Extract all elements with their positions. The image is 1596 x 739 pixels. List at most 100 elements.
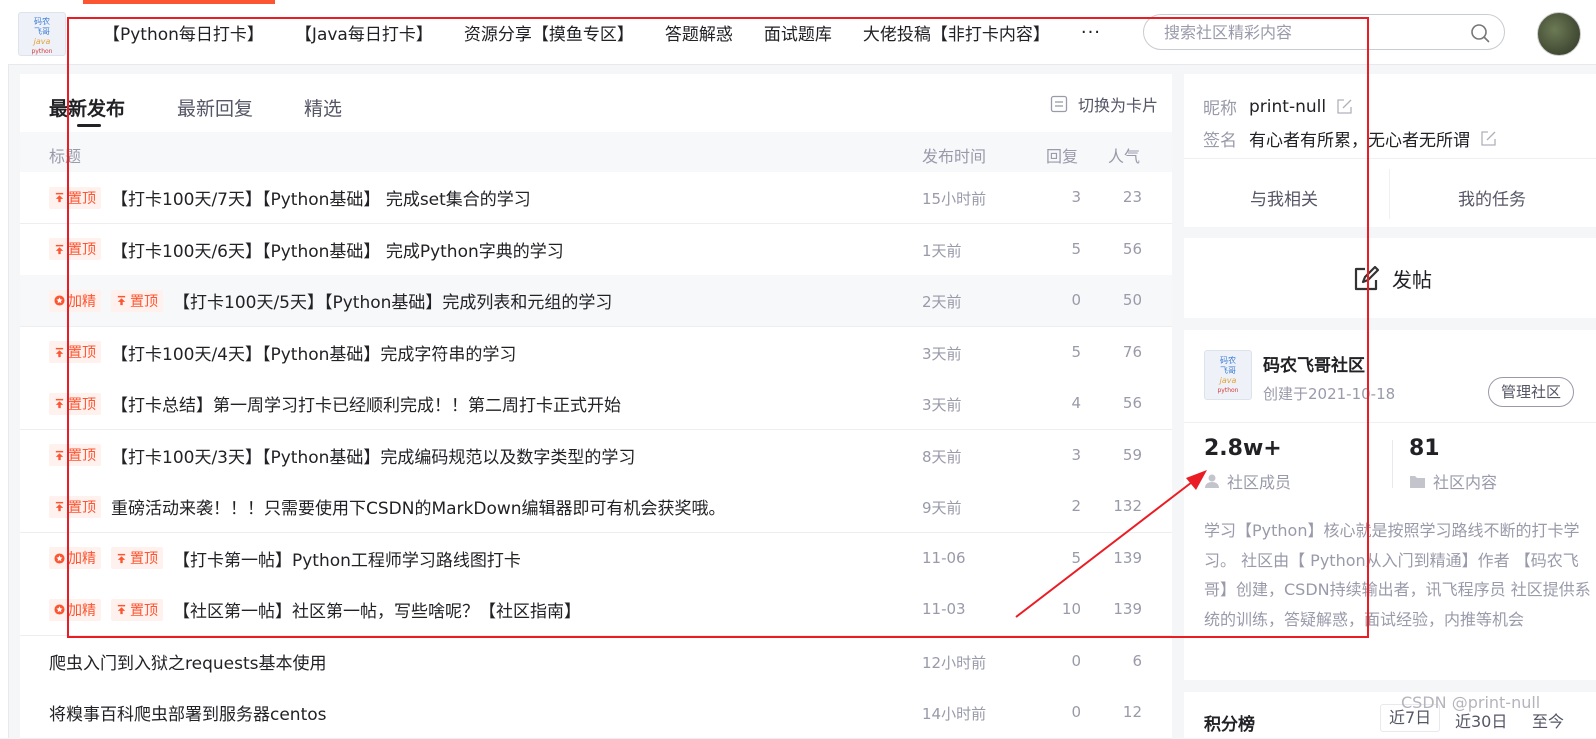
user-icon bbox=[1205, 474, 1219, 488]
nickname-value: print-null bbox=[1249, 96, 1327, 117]
badge-label: 置顶 bbox=[68, 499, 96, 516]
pinned-badge: 置顶 bbox=[111, 547, 163, 569]
table-row[interactable]: 置顶 【打卡100天/3天】【Python基础】完成编码规范以及数字类型的学习 8天… bbox=[20, 429, 1172, 482]
nav-item-interview[interactable]: 面试题库 bbox=[764, 20, 832, 45]
pin-icon bbox=[55, 244, 64, 254]
community-description: 学习【Python】核心就是按照学习路线不断的打卡学习。 社区由【 Python… bbox=[1204, 521, 1591, 629]
table-row[interactable]: 将糗事百科爬虫部署到服务器centos 14小时前 0 12 bbox=[20, 687, 1172, 739]
content-label: 社区内容 bbox=[1433, 473, 1498, 492]
search-icon[interactable] bbox=[1470, 23, 1490, 43]
tab-featured[interactable]: 精选 bbox=[304, 94, 342, 121]
community-card-logo: 码农 飞哥 java python bbox=[1204, 350, 1252, 400]
table-row[interactable]: 置顶 重磅活动来袭！！！只需要使用下CSDN的MarkDown编辑器即可有机会获奖… bbox=[20, 481, 1172, 533]
post-card: 发帖 bbox=[1184, 238, 1596, 318]
profile-card: 昵称 print-null 签名 有心者有所累，无心者无所谓 与我相关 我的任务 bbox=[1184, 74, 1596, 227]
post-time: 11-03 bbox=[922, 600, 966, 618]
post-title[interactable]: 【打卡100天/5天】【Python基础】完成列表和元组的学习 bbox=[173, 288, 612, 313]
column-time: 发布时间 bbox=[922, 147, 987, 166]
pinned-badge: 置顶 bbox=[49, 238, 101, 260]
table-row[interactable]: 加精 置顶 【打卡第一帖】Python工程师学习路线图打卡 11-06 5 139 bbox=[20, 532, 1172, 585]
pinned-badge: 置顶 bbox=[49, 444, 101, 466]
table-row[interactable]: 爬虫入门到入狱之requests基本使用 12小时前 0 6 bbox=[20, 635, 1172, 688]
post-title-cell: 置顶 【打卡总结】第一周学习打卡已经顺利完成！！第二周打卡正式开始 bbox=[49, 378, 621, 429]
content-count: 81 bbox=[1409, 436, 1440, 461]
post-time: 14小时前 bbox=[922, 705, 987, 723]
edit-signature-icon[interactable] bbox=[1480, 130, 1497, 147]
post-title[interactable]: 爬虫入门到入狱之requests基本使用 bbox=[49, 649, 326, 674]
nav-item-java-daily[interactable]: 【Java每日打卡】 bbox=[295, 20, 433, 45]
post-popularity: 59 bbox=[1122, 445, 1142, 464]
post-title-cell: 加精 置顶 【打卡100天/5天】【Python基础】完成列表和元组的学习 bbox=[49, 275, 612, 326]
nav-item-contributions[interactable]: 大佬投稿【非打卡内容】 bbox=[863, 20, 1050, 45]
nav-item-resources[interactable]: 资源分享【摸鱼专区】 bbox=[464, 20, 634, 45]
pin-icon bbox=[117, 553, 126, 563]
table-row[interactable]: 加精 置顶 【打卡100天/5天】【Python基础】完成列表和元组的学习 2天前 0 5… bbox=[20, 275, 1172, 327]
post-title-cell: 爬虫入门到入狱之requests基本使用 bbox=[49, 636, 326, 687]
post-title-cell: 加精 置顶 【社区第一帖】社区第一帖，写些啥呢？【社区指南】 bbox=[49, 584, 581, 635]
post-title[interactable]: 【打卡总结】第一周学习打卡已经顺利完成！！第二周打卡正式开始 bbox=[111, 391, 621, 416]
badge-label: 置顶 bbox=[68, 396, 96, 413]
post-title-cell: 置顶 【打卡100天/6天】【Python基础】 完成Python字典的学习 bbox=[49, 224, 564, 275]
nav-more-button[interactable]: ··· bbox=[1081, 22, 1101, 43]
members-label-row: 社区成员 bbox=[1204, 469, 1291, 493]
tab-latest[interactable]: 最新发布 bbox=[49, 94, 125, 127]
community-logo[interactable]: 码农 飞哥 java python bbox=[18, 12, 66, 56]
pinned-badge: 置顶 bbox=[49, 392, 101, 415]
stats-divider bbox=[1184, 422, 1596, 423]
table-row[interactable]: 置顶 【打卡总结】第一周学习打卡已经顺利完成！！第二周打卡正式开始 3天前 4 56 bbox=[20, 378, 1172, 430]
profile-tab-divider bbox=[1389, 169, 1390, 219]
logo-text-2: 飞哥 bbox=[34, 27, 50, 36]
search-input[interactable] bbox=[1162, 22, 1456, 43]
post-title[interactable]: 将糗事百科爬虫部署到服务器centos bbox=[49, 700, 327, 725]
switch-card-view-button[interactable]: 切换为卡片 bbox=[1050, 92, 1158, 116]
table-row[interactable]: 置顶 【打卡100天/7天】【Python基础】 完成set集合的学习 15小时前 3… bbox=[20, 172, 1172, 224]
post-title-cell: 置顶 【打卡100天/7天】【Python基础】 完成set集合的学习 bbox=[49, 172, 531, 223]
post-title-cell: 置顶 重磅活动来袭！！！只需要使用下CSDN的MarkDown编辑器即可有机会获奖… bbox=[49, 481, 726, 532]
post-popularity: 50 bbox=[1122, 291, 1142, 309]
members-label: 社区成员 bbox=[1227, 473, 1292, 492]
community-created-date: 创建于2021-10-18 bbox=[1263, 385, 1396, 403]
featured-badge: 加精 bbox=[49, 547, 101, 569]
post-title[interactable]: 【打卡100天/4天】【Python基础】完成字符串的学习 bbox=[111, 340, 516, 365]
post-title[interactable]: 【打卡100天/7天】【Python基础】 完成set集合的学习 bbox=[111, 185, 531, 210]
table-row[interactable]: 置顶 【打卡100天/6天】【Python基础】 完成Python字典的学习 1天前… bbox=[20, 223, 1172, 276]
nickname-label: 昵称 bbox=[1203, 99, 1237, 119]
list-header: 标题 发布时间 回复 人气 bbox=[20, 132, 1172, 172]
badge-label: 置顶 bbox=[130, 602, 158, 619]
post-replies: 0 bbox=[1071, 703, 1081, 721]
manage-community-button[interactable]: 管理社区 bbox=[1488, 377, 1575, 407]
pin-icon bbox=[55, 450, 64, 460]
pinned-badge: 置顶 bbox=[49, 186, 101, 209]
new-post-button[interactable]: 发帖 bbox=[1352, 264, 1432, 293]
post-title-cell: 将糗事百科爬虫部署到服务器centos bbox=[49, 687, 327, 738]
post-title[interactable]: 【打卡100天/6天】【Python基础】 完成Python字典的学习 bbox=[111, 237, 564, 262]
logo-text-3: java bbox=[33, 37, 51, 46]
post-popularity: 23 bbox=[1122, 188, 1142, 206]
tab-related-to-me[interactable]: 与我相关 bbox=[1250, 185, 1318, 210]
nav-item-qa[interactable]: 答题解惑 bbox=[665, 20, 733, 45]
post-replies: 5 bbox=[1071, 548, 1081, 567]
badge-label: 置顶 bbox=[68, 242, 96, 258]
edit-nickname-icon[interactable] bbox=[1336, 98, 1353, 115]
post-title[interactable]: 【打卡100天/3天】【Python基础】完成编码规范以及数字类型的学习 bbox=[111, 443, 635, 468]
members-count: 2.8w+ bbox=[1204, 436, 1282, 461]
signature-row: 签名 有心者有所累，无心者无所谓 bbox=[1203, 126, 1497, 151]
table-row[interactable]: 置顶 【打卡100天/4天】【Python基础】完成字符串的学习 3天前 5 76 bbox=[20, 326, 1172, 379]
post-time: 1天前 bbox=[922, 241, 962, 260]
badge-label: 加精 bbox=[68, 551, 96, 567]
post-replies: 2 bbox=[1071, 497, 1081, 515]
tab-my-tasks[interactable]: 我的任务 bbox=[1458, 185, 1526, 210]
post-title[interactable]: 【打卡第一帖】Python工程师学习路线图打卡 bbox=[173, 546, 521, 571]
nav-item-python-daily[interactable]: 【Python每日打卡】 bbox=[103, 20, 264, 45]
logo-text-1: 码农 bbox=[34, 17, 50, 26]
post-list-panel: 最新发布 最新回复 精选 切换为卡片 标题 发布时间 回复 人气 置顶 【打卡10… bbox=[20, 74, 1172, 739]
top-navbar: 码农 飞哥 java python 【Python每日打卡】 【Java每日打卡… bbox=[0, 0, 1596, 65]
post-title[interactable]: 【社区第一帖】社区第一帖，写些啥呢？【社区指南】 bbox=[173, 597, 581, 622]
badge-label: 置顶 bbox=[68, 345, 96, 361]
tab-latest-reply[interactable]: 最新回复 bbox=[177, 94, 253, 121]
badge-label: 置顶 bbox=[130, 551, 158, 567]
table-row[interactable]: 加精 置顶 【社区第一帖】社区第一帖，写些啥呢？【社区指南】 11-03 10 139 bbox=[20, 584, 1172, 636]
post-title[interactable]: 重磅活动来袭！！！只需要使用下CSDN的MarkDown编辑器即可有机会获奖哦。 bbox=[111, 494, 726, 519]
user-avatar[interactable] bbox=[1537, 12, 1581, 56]
badge-label: 加精 bbox=[68, 602, 96, 619]
